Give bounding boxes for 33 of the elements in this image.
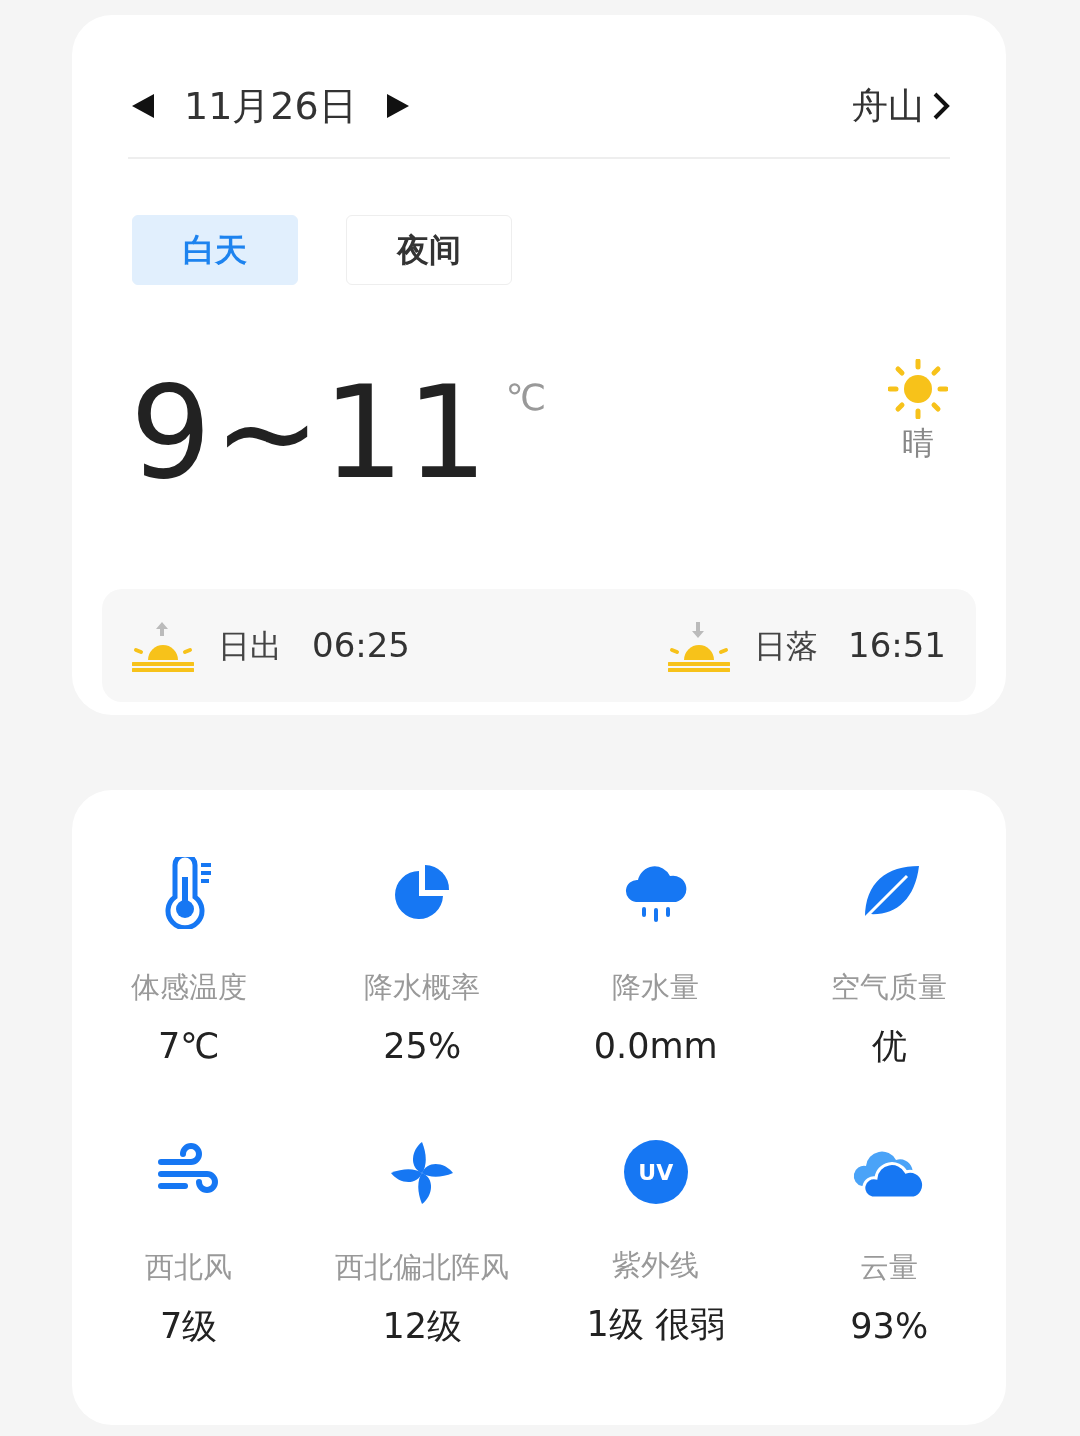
detail-label: 降水量 [612,969,700,1006]
sunrise-time: 06:25 [312,624,410,667]
temperature-unit: ℃ [505,376,546,420]
detail-value: 1级 很弱 [586,1302,725,1346]
detail-value: 12级 [382,1304,462,1348]
temperature-range: 9~11 [130,369,490,509]
date-label: 11月26日 [184,82,357,130]
pinwheel-icon [389,1140,456,1206]
detail-value: 7级 [160,1304,218,1348]
detail-label: 空气质量 [831,969,948,1006]
previous-icon[interactable] [132,94,154,118]
weather-condition: 晴 [902,423,934,464]
detail-label: 西北偏北阵风 [335,1249,510,1286]
detail-label: 紫外线 [612,1247,700,1284]
detail-value: 25% [383,1024,462,1068]
sunset-label: 日落 [754,625,818,667]
chevron-right-icon[interactable] [932,91,950,121]
next-icon[interactable] [386,94,409,118]
tab[interactable]: 夜间 [346,215,512,285]
detail-value: 优 [871,1024,907,1068]
sunset-time: 16:51 [848,624,946,667]
detail-label: 体感温度 [130,969,247,1006]
sunrise-label: 日出 [218,625,282,667]
detail-label: 云量 [860,1249,919,1286]
detail-value: 7℃ [157,1024,220,1068]
detail-value: 93% [850,1304,929,1348]
city-name[interactable]: 舟山 [852,79,924,133]
detail-label: 西北风 [145,1249,233,1286]
detail-value: 0.0mm [593,1024,718,1068]
detail-label: 降水概率 [364,969,481,1006]
sun-icon [888,359,948,419]
sunset-icon [668,619,730,672]
uv-icon: UV [623,1140,688,1204]
